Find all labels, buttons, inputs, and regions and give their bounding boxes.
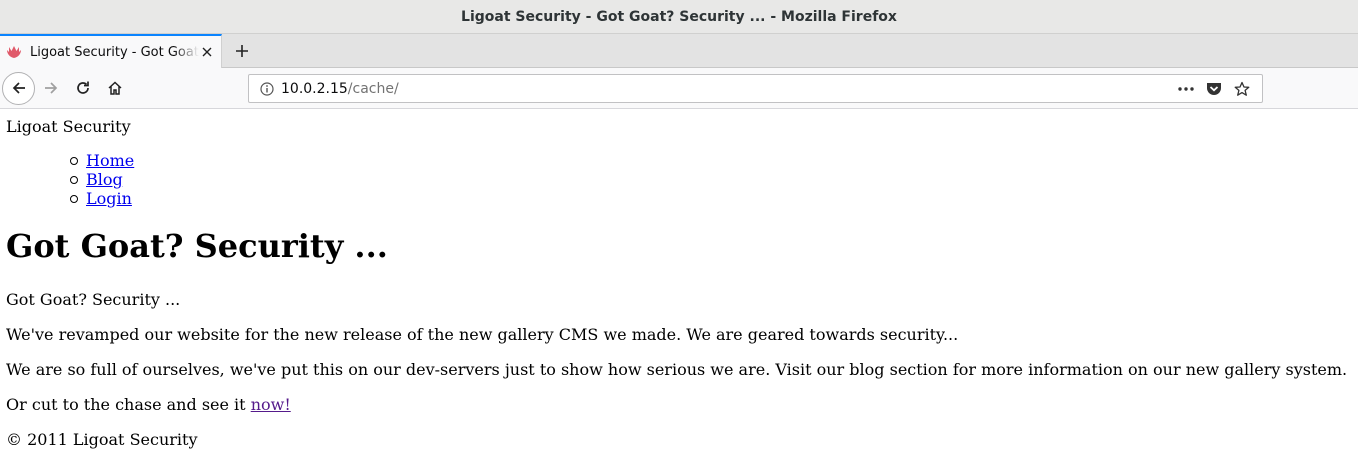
close-tab-icon[interactable] xyxy=(199,44,215,60)
new-tab-button[interactable] xyxy=(226,35,258,67)
nav-link-home[interactable]: Home xyxy=(86,151,134,170)
pocket-icon xyxy=(1207,82,1221,95)
page-actions-button[interactable] xyxy=(1172,77,1200,101)
intro-paragraph: Got Goat? Security ... xyxy=(6,290,181,309)
forward-button[interactable] xyxy=(35,72,67,104)
back-arrow-icon xyxy=(12,82,25,94)
url-bar[interactable]: 10.0.2.15/cache/ xyxy=(248,74,1263,103)
bullet xyxy=(70,175,78,184)
home-icon xyxy=(108,81,122,95)
home-button[interactable] xyxy=(99,72,131,104)
nav-item-login: Login xyxy=(70,189,134,208)
nav-item-home: Home xyxy=(70,151,134,170)
more-dots-icon xyxy=(1178,86,1194,91)
tab-active[interactable]: Ligoat Security - Got Goat? Security ... xyxy=(0,34,222,68)
info-icon[interactable] xyxy=(257,79,277,99)
tab-title: Ligoat Security - Got Goat? Security ... xyxy=(30,44,199,60)
cta-paragraph: Or cut to the chase and see it now! xyxy=(6,395,291,414)
page-heading: Got Goat? Security ... xyxy=(6,227,388,265)
pocket-button[interactable] xyxy=(1200,77,1228,101)
site-brand: Ligoat Security xyxy=(6,117,131,136)
devserver-paragraph: We are so full of ourselves, we've put t… xyxy=(6,360,1348,379)
bookmark-button[interactable] xyxy=(1228,77,1256,101)
back-button[interactable] xyxy=(2,71,35,105)
url-path: /cache/ xyxy=(347,80,399,97)
favicon-icon xyxy=(6,44,24,60)
revamp-paragraph: We've revamped our website for the new r… xyxy=(6,325,959,344)
footer-copyright: © 2011 Ligoat Security xyxy=(6,430,198,449)
navigation-toolbar: 10.0.2.15/cache/ xyxy=(0,68,1358,109)
nav-link-blog[interactable]: Blog xyxy=(86,170,123,189)
url-text[interactable]: 10.0.2.15/cache/ xyxy=(281,81,1172,97)
window-title: Ligoat Security - Got Goat? Security ...… xyxy=(461,8,897,25)
bullet xyxy=(70,156,78,165)
nav-link-login[interactable]: Login xyxy=(86,189,132,208)
cta-text: Or cut to the chase and see it xyxy=(6,395,251,414)
reload-icon xyxy=(77,81,89,94)
tab-strip: Ligoat Security - Got Goat? Security ... xyxy=(0,34,1358,68)
reload-button[interactable] xyxy=(67,72,99,104)
bullet xyxy=(70,194,78,203)
now-link[interactable]: now! xyxy=(251,395,291,414)
nav-item-blog: Blog xyxy=(70,170,134,189)
plus-icon xyxy=(236,45,248,57)
url-host: 10.0.2.15 xyxy=(281,80,348,97)
site-nav: Home Blog Login xyxy=(70,151,134,208)
star-icon xyxy=(1234,81,1250,96)
window-titlebar: Ligoat Security - Got Goat? Security ...… xyxy=(0,0,1358,34)
forward-arrow-icon xyxy=(45,82,58,94)
